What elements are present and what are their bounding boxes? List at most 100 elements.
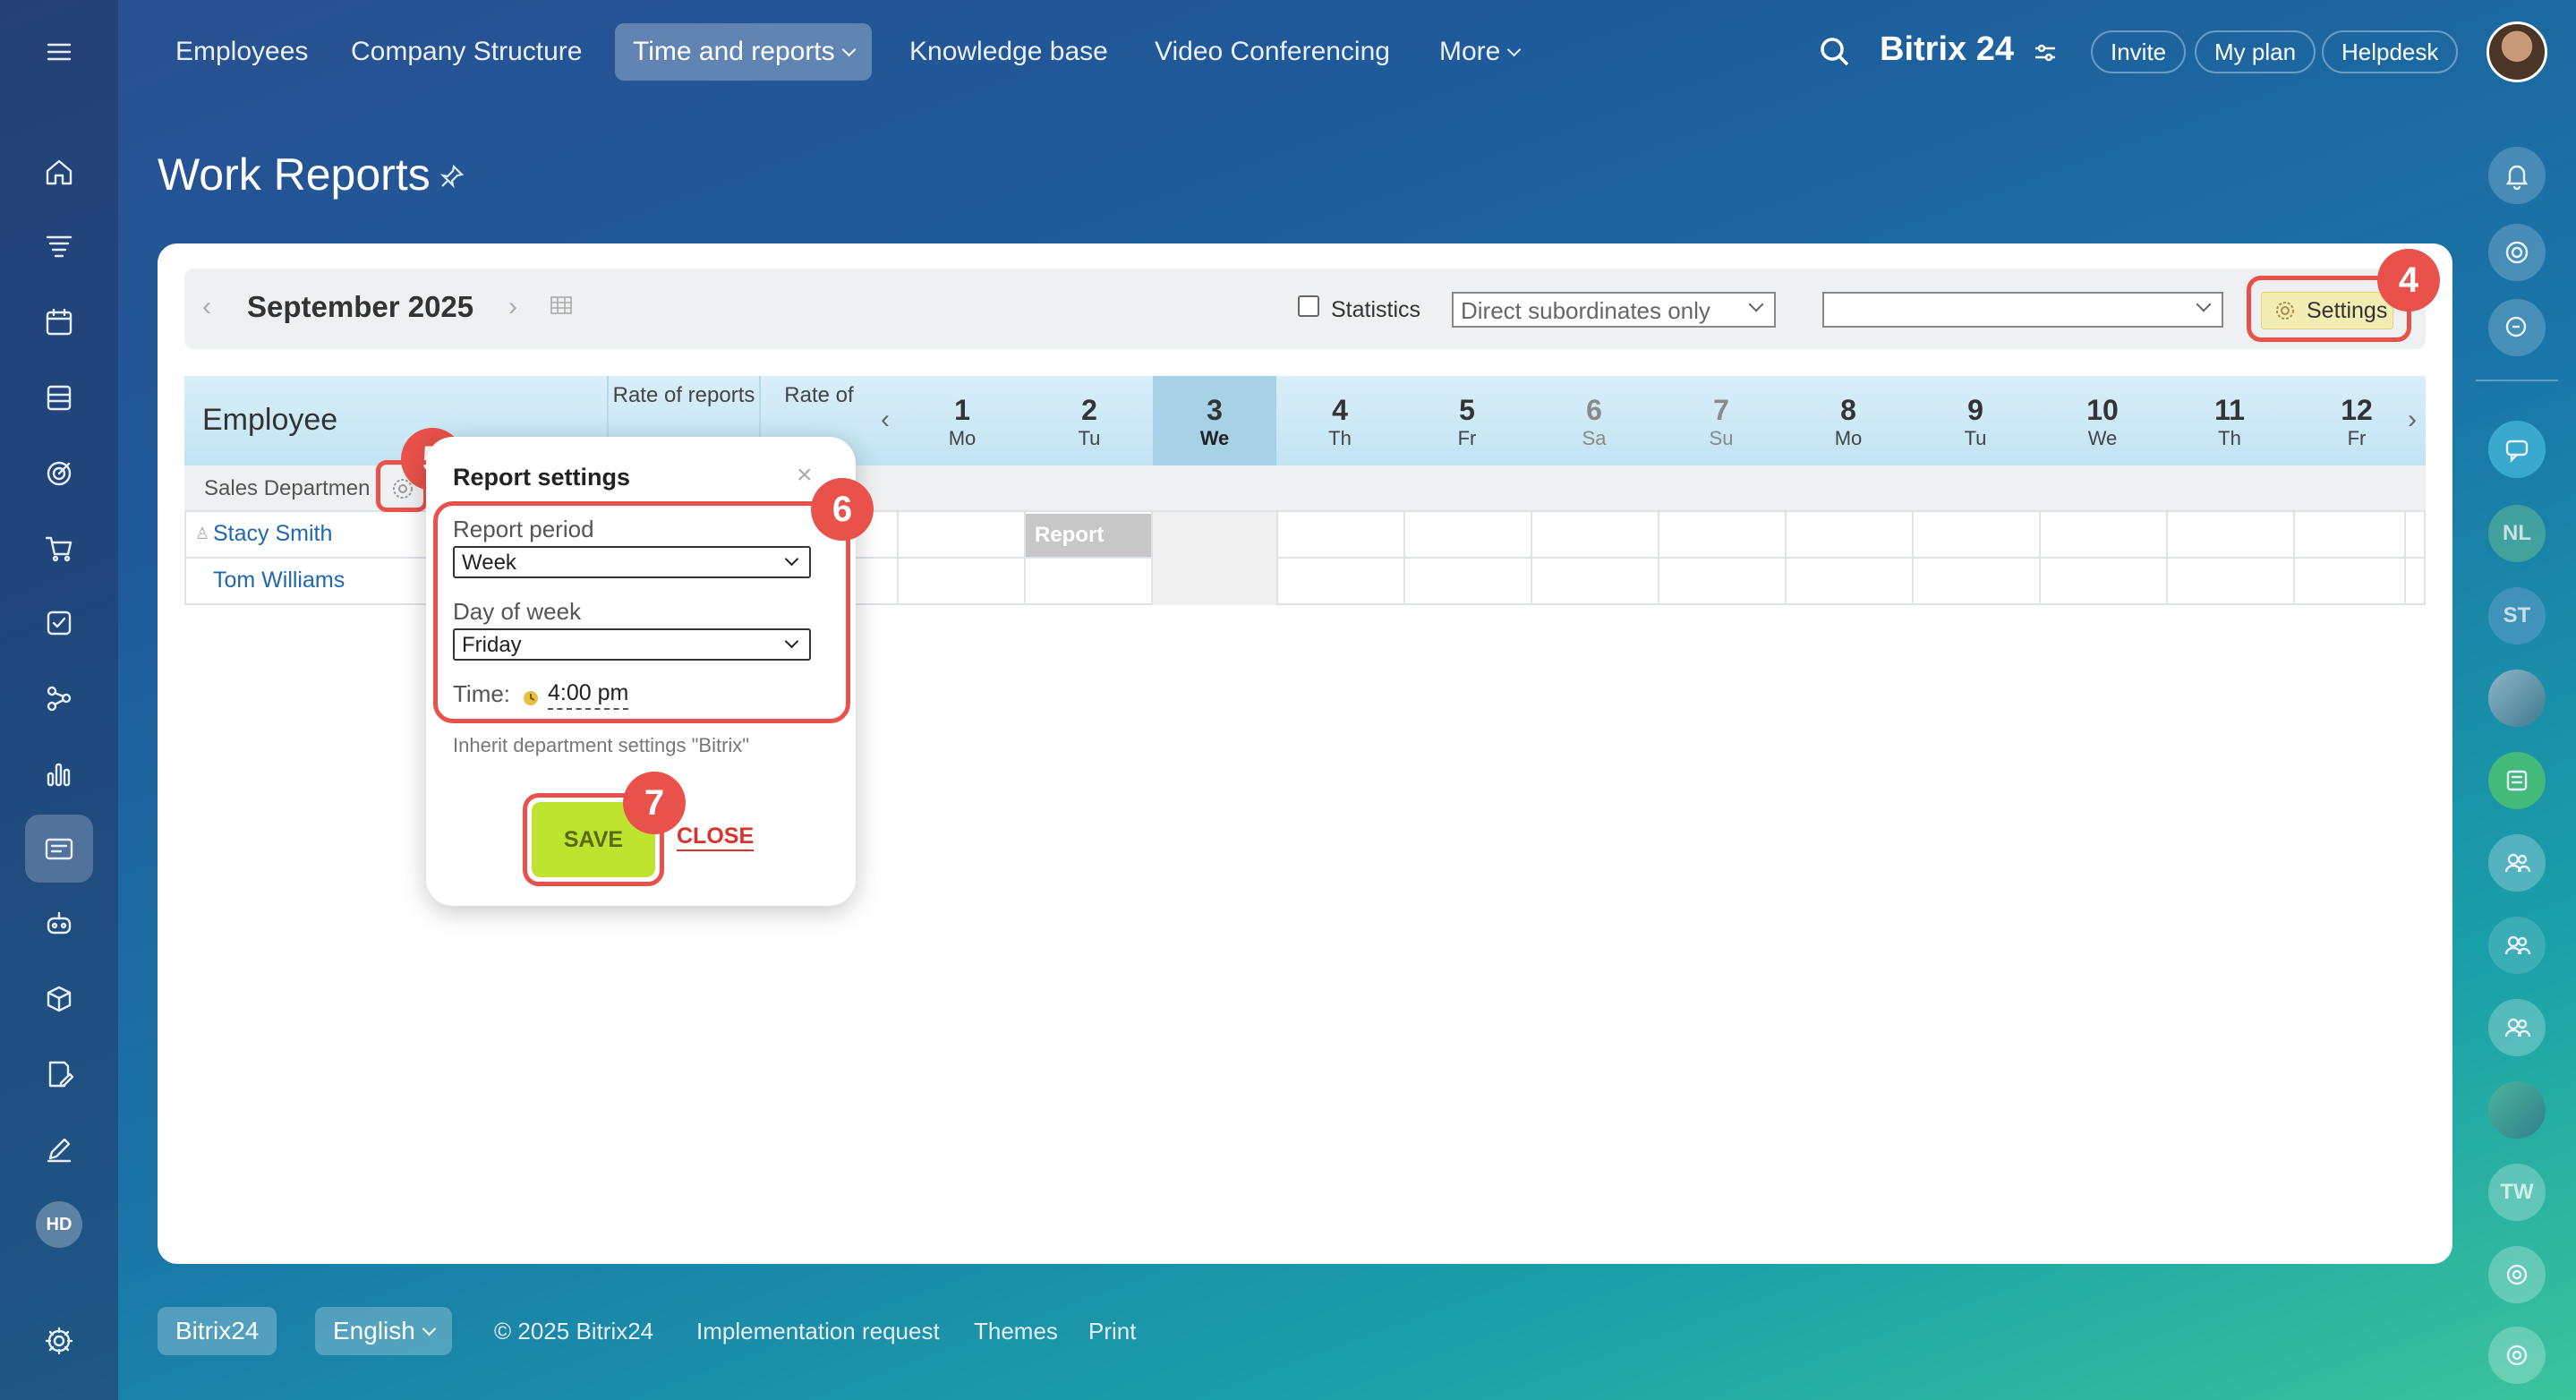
contact-st[interactable]: ST <box>2488 587 2546 645</box>
day-header-5: 5 Fr <box>1403 376 1531 465</box>
next-month-arrow[interactable]: › <box>508 292 517 322</box>
scroll-left-arrow[interactable]: ‹ <box>881 405 890 435</box>
chevron-down-icon <box>1748 296 1764 312</box>
grid-line <box>2404 512 2406 605</box>
contact-photo[interactable] <box>2488 670 2546 727</box>
gear-icon[interactable] <box>25 1307 93 1375</box>
employee-column-header[interactable]: Employee <box>202 403 337 438</box>
helpdesk-button[interactable]: Helpdesk <box>2322 30 2459 73</box>
grid-line <box>1403 512 1405 605</box>
day-header-2: 2 Tu <box>1026 376 1153 465</box>
day-number: 12 <box>2341 394 2373 426</box>
chart-icon[interactable] <box>25 739 93 807</box>
chevron-down-icon <box>422 1321 437 1336</box>
chevron-down-icon <box>841 42 856 57</box>
footer-brand-button[interactable]: Bitrix24 <box>158 1307 277 1355</box>
language-label: English <box>333 1317 415 1345</box>
department-select[interactable] <box>1822 292 2223 328</box>
day-header-11: 11 Th <box>2166 376 2293 465</box>
bell-icon[interactable] <box>2488 147 2546 204</box>
statistics-checkbox[interactable] <box>1298 295 1319 317</box>
grid-line <box>2293 512 2295 605</box>
nav-more-label: More <box>1439 37 1501 66</box>
page-title: Work Reports <box>158 149 431 200</box>
filter-icon[interactable] <box>25 213 93 281</box>
copilot-icon[interactable] <box>2488 1327 2546 1384</box>
nav-video-conferencing[interactable]: Video Conferencing <box>1137 23 1408 81</box>
day-header-6: 6 Sa <box>1531 376 1658 465</box>
user-avatar[interactable] <box>2486 21 2547 82</box>
grid-line <box>1276 512 1278 605</box>
invite-button[interactable]: Invite <box>2091 30 2187 73</box>
robot-icon[interactable] <box>25 890 93 958</box>
document-edit-icon[interactable] <box>25 1040 93 1108</box>
calendar-icon[interactable] <box>25 288 93 356</box>
grid-line <box>897 512 899 605</box>
footer-print-link[interactable]: Print <box>1088 1318 1136 1345</box>
employee-link-stacy[interactable]: Stacy Smith <box>213 521 332 547</box>
search-icon[interactable] <box>1817 34 1853 70</box>
box-icon[interactable] <box>25 965 93 1033</box>
contact-nl[interactable]: NL <box>2488 505 2546 562</box>
close-button[interactable]: CLOSE <box>677 824 755 851</box>
subordinates-select[interactable]: Direct subordinates only <box>1452 292 1776 328</box>
pencil-icon[interactable] <box>25 1115 93 1183</box>
contact-tw[interactable]: TW <box>2488 1164 2546 1221</box>
building-icon[interactable] <box>25 363 93 431</box>
pulse-icon[interactable] <box>2488 224 2546 281</box>
day-number: 3 <box>1207 394 1223 426</box>
pin-icon[interactable] <box>439 163 465 190</box>
nav-knowledge-base[interactable]: Knowledge base <box>891 23 1126 81</box>
day-name: Su <box>1709 427 1734 449</box>
nav-company-structure[interactable]: Company Structure <box>333 23 600 81</box>
chat-search-icon[interactable] <box>2488 299 2546 356</box>
popup-close-icon[interactable]: × <box>797 460 813 491</box>
day-number: 7 <box>1713 394 1729 426</box>
footer-themes-link[interactable]: Themes <box>974 1318 1058 1345</box>
group-icon[interactable] <box>2488 999 2546 1056</box>
grid-line <box>2039 512 2041 605</box>
rate-of-positive-header[interactable]: Rate of positive <box>763 383 875 410</box>
my-plan-button[interactable]: My plan <box>2195 30 2316 73</box>
language-selector[interactable]: English <box>315 1307 452 1355</box>
prev-month-arrow[interactable]: ‹ <box>202 292 211 322</box>
employee-link-tom[interactable]: Tom Williams <box>213 568 345 593</box>
day-header-7: 7 Su <box>1658 376 1785 465</box>
user-avatar-hd[interactable]: HD <box>36 1201 82 1248</box>
chevron-down-icon <box>2196 296 2212 312</box>
grid-line <box>1912 512 1914 605</box>
copilot-icon[interactable] <box>2488 1246 2546 1303</box>
footer-implementation-link[interactable]: Implementation request <box>696 1318 940 1345</box>
calendar-grid-icon[interactable] <box>550 295 573 315</box>
chat-bubble-icon[interactable] <box>2488 421 2546 478</box>
flow-icon[interactable] <box>25 664 93 732</box>
target-icon[interactable] <box>25 439 93 507</box>
nav-time-and-reports[interactable]: Time and reports <box>615 23 872 81</box>
day-number: 1 <box>954 394 970 426</box>
day-header-1: 1 Mo <box>899 376 1026 465</box>
grid-line <box>1531 512 1532 605</box>
day-header-4: 4 Th <box>1276 376 1403 465</box>
group-icon[interactable] <box>2488 917 2546 974</box>
nav-more[interactable]: More <box>1421 23 1537 81</box>
nav-employees[interactable]: Employees <box>158 23 326 81</box>
day-name: Tu <box>1964 427 1987 449</box>
day-header-9: 9 Tu <box>1912 376 2039 465</box>
group-icon[interactable] <box>2488 834 2546 892</box>
step-marker-4: 4 <box>2377 249 2440 312</box>
news-icon[interactable] <box>2488 752 2546 809</box>
checkbox-icon[interactable] <box>25 589 93 657</box>
brand-logo: Bitrix 24 <box>1880 30 2014 68</box>
cart-icon[interactable] <box>25 514 93 582</box>
month-label: September 2025 <box>247 290 474 323</box>
day-number: 5 <box>1459 394 1475 426</box>
inherit-settings-link[interactable]: Inherit department settings "Bitrix" <box>453 734 749 757</box>
report-badge[interactable]: Report <box>1026 514 1151 557</box>
menu-icon[interactable] <box>25 18 93 86</box>
rate-of-reports-header[interactable]: Rate of reports <box>610 383 757 408</box>
reports-icon[interactable] <box>25 815 93 883</box>
settings-sliders-icon[interactable] <box>2032 39 2059 66</box>
subordinates-select-value: Direct subordinates only <box>1461 297 1710 324</box>
home-icon[interactable] <box>25 138 93 206</box>
contact-photo[interactable] <box>2488 1081 2546 1139</box>
